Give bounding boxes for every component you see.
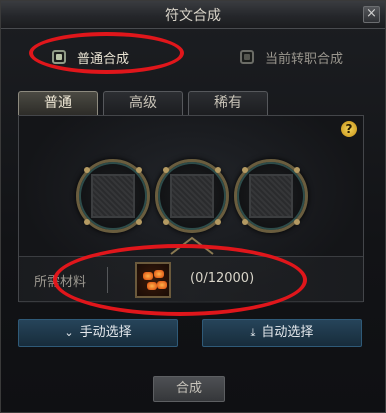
empty-slot-icon [91,174,135,218]
tab-normal[interactable]: 普通 [18,91,98,115]
close-button[interactable]: × [363,6,380,23]
tab-rare[interactable]: 稀有 [188,91,268,115]
material-count: (0/12000) [190,271,255,286]
radio-unselected-icon [240,50,254,64]
rune-synthesis-window: 符文合成 × 普通合成 当前转职合成 普通 高级 稀有 ? 所需材料 (0/12… [0,0,386,413]
synthesis-panel: ? 所需材料 (0/12000) [18,115,364,303]
arrow-up-icon [170,236,214,255]
normal-synthesis-label: 普通合成 [77,51,130,67]
required-material-label: 所需材料 [34,275,87,290]
current-class-synthesis-option[interactable]: 当前转职合成 [240,46,343,68]
material-ore-icon[interactable] [135,262,171,298]
required-material-row: 所需材料 (0/12000) [19,256,363,303]
tab-advanced[interactable]: 高级 [103,91,183,115]
auto-select-label: 自动选择 [261,325,314,340]
divider [107,267,108,293]
auto-select-button[interactable]: ⤓ 自动选择 [202,319,362,347]
rune-slot-2[interactable] [155,159,229,233]
download-tray-icon: ⤓ [250,326,256,339]
rune-slot-3[interactable] [234,159,308,233]
help-icon[interactable]: ? [341,121,357,137]
radio-selected-icon [52,50,66,64]
chevron-down-icon: ⌄ [64,326,74,339]
empty-slot-icon [249,174,293,218]
window-title: 符文合成 [165,8,221,24]
manual-select-label: 手动选择 [79,325,132,340]
empty-slot-icon [170,174,214,218]
manual-select-button[interactable]: ⌄ 手动选择 [18,319,178,347]
title-bar[interactable]: 符文合成 × [1,1,385,29]
rune-slot-1[interactable] [76,159,150,233]
current-class-synthesis-label: 当前转职合成 [265,51,344,67]
grade-tabs: 普通 高级 稀有 [18,91,268,115]
normal-synthesis-option[interactable]: 普通合成 [52,46,129,68]
compose-button[interactable]: 合成 [153,376,225,402]
